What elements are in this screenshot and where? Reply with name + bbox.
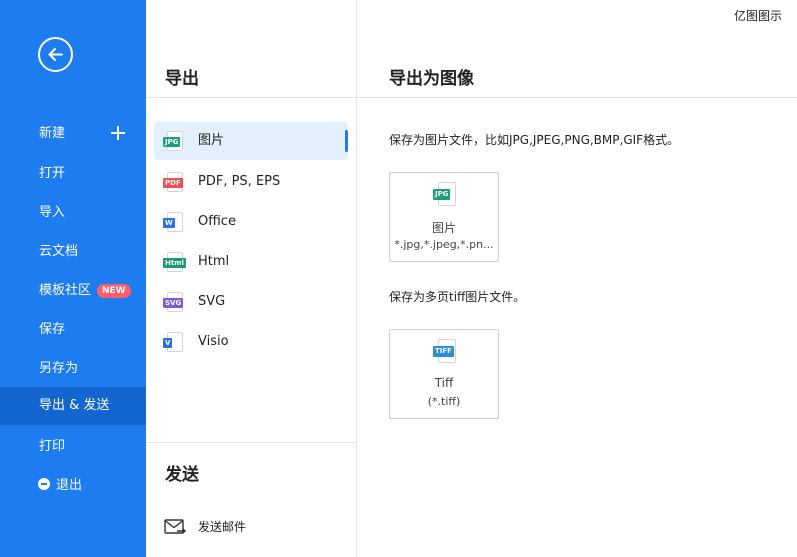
- sidebar-item-label: 打印: [39, 439, 66, 454]
- export-tiff-card[interactable]: TIFF Tiff (*.tiff): [389, 329, 499, 419]
- sidebar-item-open[interactable]: 打开: [0, 155, 146, 193]
- section-description: 保存为图片文件，比如JPG,JPEG,PNG,BMP,GIF格式。: [389, 133, 680, 147]
- format-item-visio[interactable]: V Visio: [154, 323, 348, 361]
- sidebar-item-cloud-docs[interactable]: 云文档: [0, 233, 146, 271]
- export-jpg-card[interactable]: JPG 图片 *.jpg,*.jpeg,*.pn...: [389, 172, 499, 262]
- minus-circle-icon: [38, 478, 50, 490]
- sidebar-item-label: 模板社区: [39, 283, 92, 298]
- format-item-label: SVG: [198, 294, 226, 309]
- send-item-label: 发送邮件: [198, 520, 247, 534]
- sidebar-item-label: 保存: [39, 322, 66, 337]
- format-item-label: Office: [198, 214, 236, 229]
- card-subtitle: (*.tiff): [427, 395, 461, 408]
- format-item-image[interactable]: JPG 图片: [154, 122, 348, 160]
- card-title: Tiff: [434, 376, 454, 390]
- format-item-pdf[interactable]: PDF PDF, PS, EPS: [154, 163, 348, 201]
- html-file-icon: Html: [163, 252, 186, 272]
- sidebar: 新建 打开 导入 云文档 模板社区 NEW 保存 另存为 导出 & 发送 打印 …: [0, 0, 146, 557]
- export-panel-title: 导出: [165, 69, 199, 89]
- arrow-left-icon: [48, 48, 63, 61]
- format-item-label: Html: [198, 254, 230, 269]
- divider: [357, 97, 797, 98]
- sidebar-item-save-as[interactable]: 另存为: [0, 350, 146, 388]
- sidebar-item-print[interactable]: 打印: [0, 428, 146, 466]
- sidebar-item-label: 导出 & 发送: [39, 398, 110, 413]
- app-name: 亿图图示: [733, 9, 782, 23]
- jpg-file-icon: JPG: [433, 182, 459, 206]
- sidebar-item-label: 新建: [39, 126, 66, 141]
- sidebar-item-label: 云文档: [39, 244, 79, 259]
- divider: [146, 97, 357, 98]
- send-panel-title: 发送: [165, 465, 199, 485]
- detail-title: 导出为图像: [389, 69, 474, 89]
- mail-send-icon: [164, 519, 186, 534]
- back-button[interactable]: [38, 37, 73, 72]
- sidebar-item-label: 打开: [39, 166, 66, 181]
- sidebar-item-label: 导入: [39, 205, 66, 220]
- section-description: 保存为多页tiff图片文件。: [389, 290, 526, 304]
- format-item-label: 图片: [198, 133, 225, 148]
- sidebar-item-template-community[interactable]: 模板社区 NEW: [0, 272, 146, 310]
- sidebar-item-exit[interactable]: 退出: [0, 467, 146, 505]
- plus-icon[interactable]: [111, 126, 125, 140]
- send-email-item[interactable]: 发送邮件: [164, 514, 246, 540]
- card-subtitle: *.jpg,*.jpeg,*.pn...: [394, 238, 494, 251]
- pdf-file-icon: PDF: [163, 172, 185, 192]
- sidebar-item-export-send[interactable]: 导出 & 发送: [0, 387, 146, 425]
- format-item-office[interactable]: W Office: [154, 203, 348, 241]
- sidebar-item-import[interactable]: 导入: [0, 194, 146, 232]
- format-item-label: PDF, PS, EPS: [198, 174, 281, 189]
- sidebar-item-label: 另存为: [39, 361, 79, 376]
- new-badge: NEW: [97, 284, 131, 298]
- sidebar-item-new[interactable]: 新建: [0, 115, 146, 153]
- format-item-svg[interactable]: SVG SVG: [154, 283, 348, 321]
- format-item-label: Visio: [198, 334, 229, 349]
- format-item-html[interactable]: Html Html: [154, 243, 348, 281]
- sidebar-item-save[interactable]: 保存: [0, 311, 146, 349]
- tiff-file-icon: TIFF: [433, 339, 459, 363]
- card-title: 图片: [431, 221, 456, 235]
- divider: [146, 442, 357, 443]
- jpg-file-icon: JPG: [163, 131, 185, 151]
- svg-file-icon: SVG: [163, 292, 185, 312]
- sidebar-item-label: 退出: [56, 478, 83, 493]
- word-file-icon: W: [163, 212, 185, 232]
- visio-file-icon: V: [163, 332, 185, 352]
